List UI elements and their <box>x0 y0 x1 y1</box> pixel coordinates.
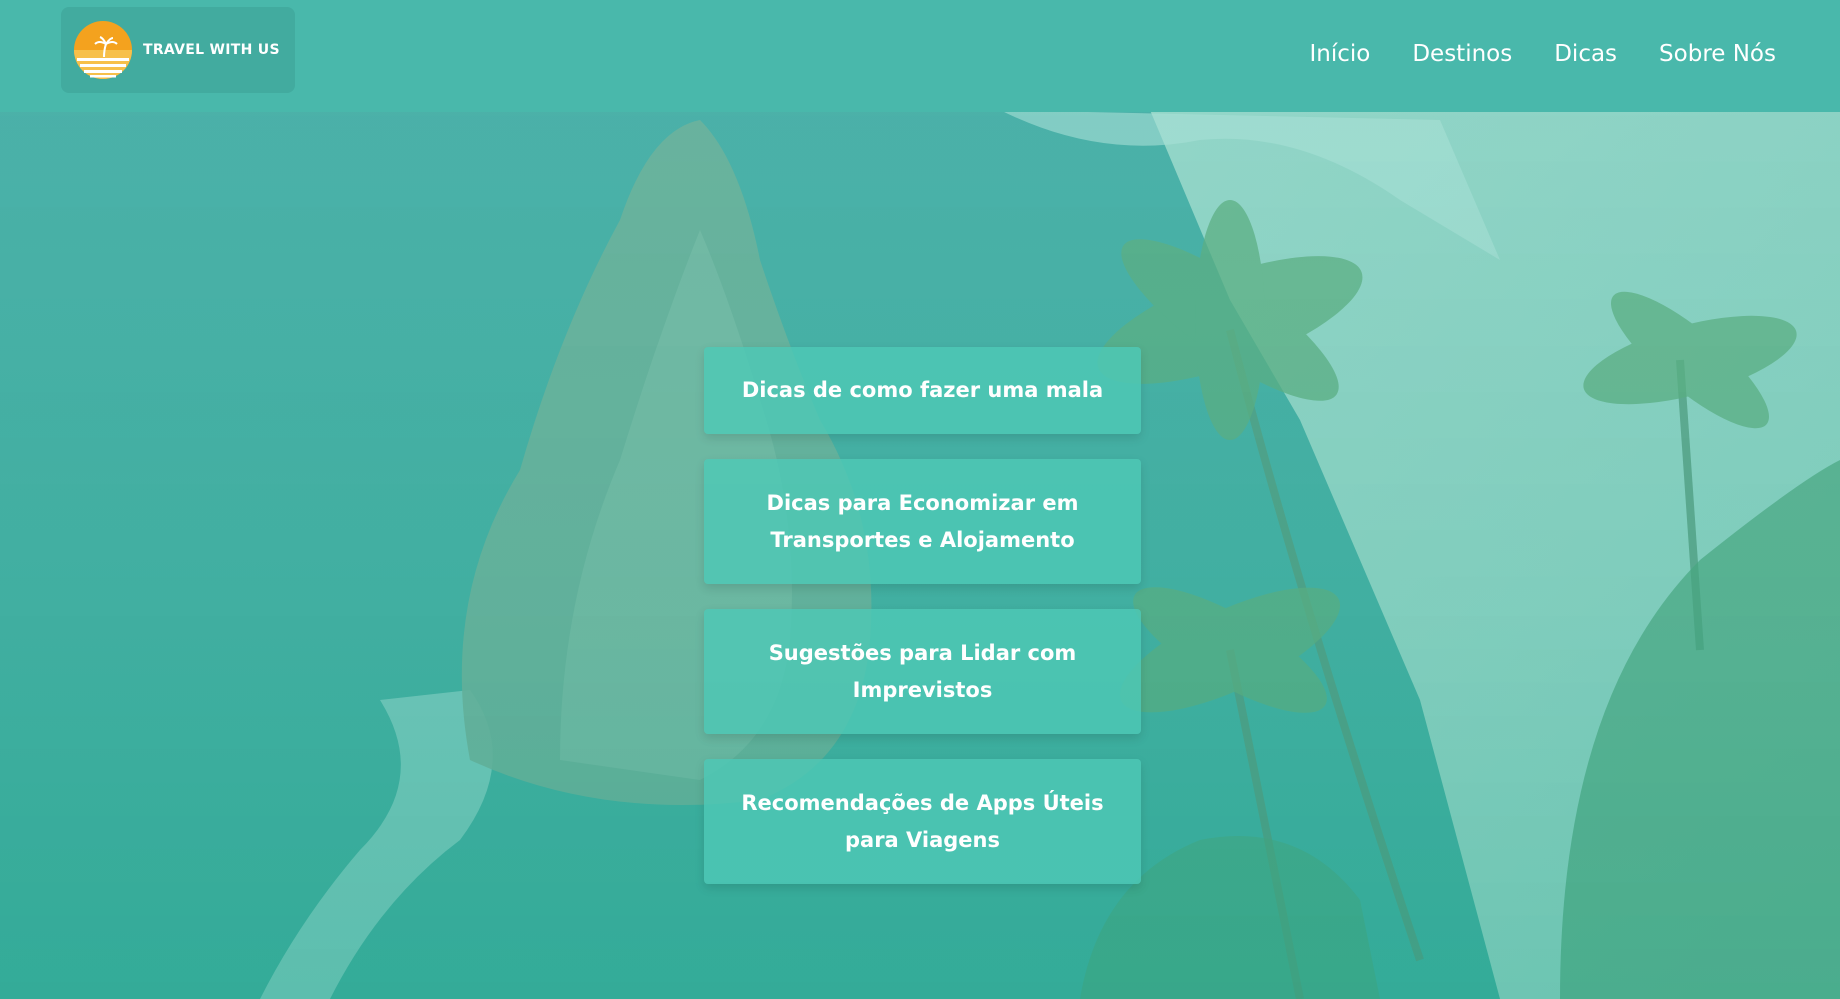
tip-card-apps[interactable]: Recomendações de Apps Úteis para Viagens <box>704 759 1141 884</box>
top-navbar: TRAVEL WITH US Início Destinos Dicas Sob… <box>0 0 1840 112</box>
tip-card-save-money[interactable]: Dicas para Economizar em Transportes e A… <box>704 459 1141 584</box>
logo-text: TRAVEL WITH US <box>143 42 280 58</box>
main-nav: Início Destinos Dicas Sobre Nós <box>1309 36 1776 72</box>
nav-link-dicas[interactable]: Dicas <box>1554 36 1617 72</box>
nav-link-destinos[interactable]: Destinos <box>1412 36 1512 72</box>
tip-card-packing[interactable]: Dicas de como fazer uma mala <box>704 347 1141 434</box>
nav-link-sobre-nos[interactable]: Sobre Nós <box>1659 36 1776 72</box>
sunset-palm-icon <box>74 21 132 79</box>
logo[interactable]: TRAVEL WITH US <box>61 7 295 93</box>
tip-card-unexpected[interactable]: Sugestões para Lidar com Imprevistos <box>704 609 1141 734</box>
nav-link-inicio[interactable]: Início <box>1309 36 1370 72</box>
tips-list: Dicas de como fazer uma mala Dicas para … <box>704 347 1141 884</box>
